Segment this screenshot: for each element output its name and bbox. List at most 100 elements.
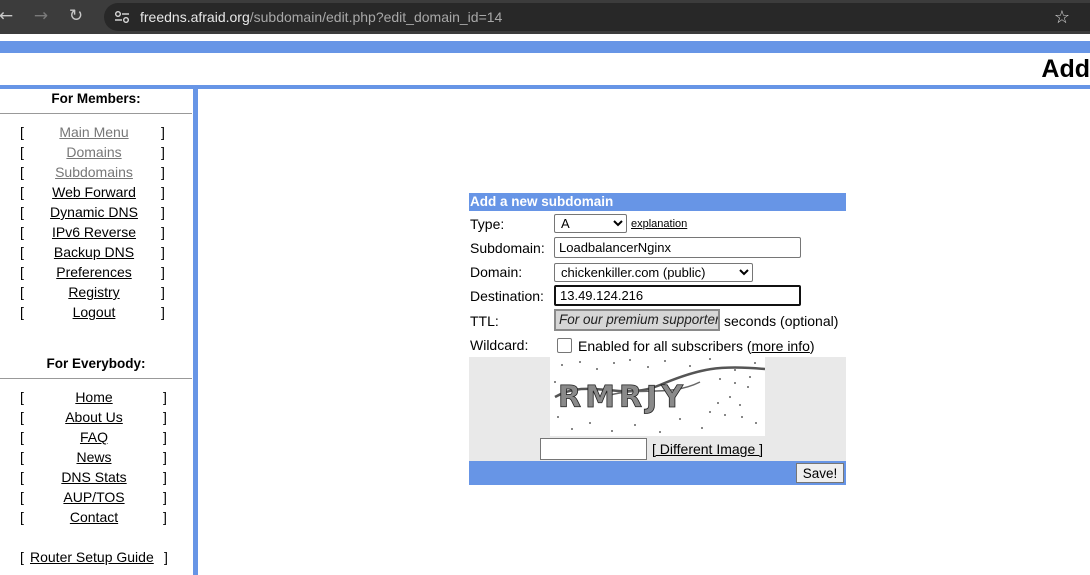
sidebar-item-ipv6-reverse: [IPv6 Reverse] — [0, 224, 192, 244]
bracket-close: ] — [163, 429, 167, 445]
bracket-close: ] — [163, 409, 167, 425]
everybody-heading: For Everybody: — [46, 356, 146, 371]
subdomain-input[interactable] — [554, 237, 801, 258]
captcha-input[interactable] — [540, 438, 647, 460]
bracket-close: ] — [161, 284, 165, 300]
sidebar-item-backup-dns: [Backup DNS] — [0, 244, 192, 264]
sidebar-item-dns-stats: [DNS Stats] — [0, 469, 192, 489]
sidebar-link[interactable]: AUP/TOS — [0, 489, 188, 505]
members-divider — [0, 113, 192, 114]
destination-label: Destination: — [470, 288, 544, 304]
ttl-input-disabled: For our premium supporters — [554, 309, 720, 331]
different-image-wrapper: [ Different Image ] — [652, 441, 763, 457]
bracket-close: ] — [163, 449, 167, 465]
bookmark-star-icon[interactable]: ☆ — [1054, 7, 1070, 28]
type-label: Type: — [470, 216, 505, 232]
subdomain-label: Subdomain: — [470, 240, 545, 256]
sidebar-link[interactable]: Logout — [0, 304, 188, 320]
more-info-link[interactable]: more info — [752, 338, 810, 354]
explanation-link[interactable]: explanation — [631, 218, 687, 230]
sidebar-link[interactable]: Registry — [0, 284, 188, 300]
sidebar-item-registry: [Registry] — [0, 284, 192, 304]
sidebar: For Members: [Main Menu][Domains][Subdom… — [0, 89, 192, 575]
sidebar-link[interactable]: Backup DNS — [0, 244, 188, 260]
forward-arrow-icon[interactable]: → — [27, 0, 55, 34]
address-bar[interactable]: freedns.afraid.org/subdomain/edit.php?ed… — [104, 3, 1090, 31]
save-button[interactable]: Save! — [796, 463, 844, 483]
page-title: Add — [1041, 55, 1090, 83]
sidebar-item-faq: [FAQ] — [0, 429, 192, 449]
different-image-link[interactable]: [ Different Image ] — [652, 441, 763, 457]
sidebar-item-web-forward: [Web Forward] — [0, 184, 192, 204]
captcha-area: RMRJY [ Different Image ] — [469, 357, 846, 461]
sidebar-item-news: [News] — [0, 449, 192, 469]
domain-label: Domain: — [470, 264, 523, 280]
sidebar-item-preferences: [Preferences] — [0, 264, 192, 284]
form-header: Add a new subdomain — [469, 193, 846, 211]
sidebar-item-about-us: [About Us] — [0, 409, 192, 429]
sidebar-item-main-menu: [Main Menu] — [0, 124, 192, 144]
sidebar-link[interactable]: Main Menu — [0, 124, 188, 140]
url-host: freedns.afraid.org — [140, 9, 250, 25]
bracket-close: ] — [161, 264, 165, 280]
bracket-close: ] — [161, 124, 165, 140]
bracket-close: ] — [163, 509, 167, 525]
captcha-image: RMRJY — [550, 357, 765, 436]
bracket-close: ] — [161, 144, 165, 160]
wildcard-text: Enabled for all subscribers (more info) — [578, 338, 815, 354]
sidebar-item-router-setup-guide: [ Router Setup Guide ] — [0, 549, 192, 569]
wildcard-close-paren: ) — [809, 338, 815, 354]
sidebar-link[interactable]: About Us — [0, 409, 188, 425]
bracket-close: ] — [163, 389, 167, 405]
sidebar-link[interactable]: FAQ — [0, 429, 188, 445]
reload-icon[interactable]: ↻ — [62, 0, 90, 34]
sidebar-link[interactable]: Contact — [0, 509, 188, 525]
bracket-close: ] — [163, 469, 167, 485]
sidebar-link[interactable]: Subdomains — [0, 164, 188, 180]
bracket-close: ] — [161, 224, 165, 240]
everybody-divider — [0, 378, 192, 379]
sidebar-link[interactable]: Web Forward — [0, 184, 188, 200]
bracket-close: ] — [161, 244, 165, 260]
url-path: /subdomain/edit.php?edit_domain_id=14 — [249, 9, 503, 25]
type-select[interactable]: A — [554, 214, 627, 233]
form-footer: Save! — [469, 461, 846, 485]
wildcard-description: Enabled for all subscribers ( — [578, 338, 752, 354]
sidebar-link[interactable]: Preferences — [0, 264, 188, 280]
back-arrow-icon[interactable]: ← — [0, 0, 20, 34]
domain-select[interactable]: chickenkiller.com (public) — [554, 263, 753, 282]
ttl-suffix: seconds (optional) — [724, 313, 839, 329]
sidebar-item-logout: [Logout] — [0, 304, 192, 324]
site-settings-icon[interactable] — [114, 10, 130, 24]
wildcard-checkbox[interactable] — [557, 338, 572, 353]
sidebar-link[interactable]: Home — [0, 389, 188, 405]
title-strip — [0, 53, 1090, 85]
sidebar-link[interactable]: Domains — [0, 144, 188, 160]
url-text: freedns.afraid.org/subdomain/edit.php?ed… — [140, 3, 502, 31]
top-blue-bar — [0, 41, 1090, 53]
sidebar-link[interactable]: News — [0, 449, 188, 465]
sidebar-link[interactable]: Dynamic DNS — [0, 204, 188, 220]
bracket-close: ] — [161, 204, 165, 220]
members-heading: For Members: — [51, 91, 141, 106]
bracket-close: ] — [161, 164, 165, 180]
bracket-close: ] — [161, 304, 165, 320]
browser-toolbar: ← → ↻ freedns.afraid.org/subdomain/edit.… — [0, 0, 1090, 34]
sidebar-link[interactable]: DNS Stats — [0, 469, 188, 485]
bracket-close: ] — [164, 549, 168, 565]
destination-input[interactable] — [554, 285, 801, 306]
sidebar-divider — [193, 89, 198, 575]
sidebar-item-home: [Home] — [0, 389, 192, 409]
sidebar-item-domains: [Domains] — [0, 144, 192, 164]
bracket-close: ] — [163, 489, 167, 505]
captcha-text: RMRJY — [558, 380, 687, 415]
bracket-close: ] — [161, 184, 165, 200]
sidebar-item-dynamic-dns: [Dynamic DNS] — [0, 204, 192, 224]
router-setup-guide-link[interactable]: Router Setup Guide — [30, 549, 154, 565]
bracket-open: [ — [20, 549, 24, 565]
sidebar-item-subdomains: [Subdomains] — [0, 164, 192, 184]
ttl-label: TTL: — [470, 313, 499, 329]
sidebar-link[interactable]: IPv6 Reverse — [0, 224, 188, 240]
sidebar-item-aup-tos: [AUP/TOS] — [0, 489, 192, 509]
wildcard-label: Wildcard: — [470, 337, 529, 353]
